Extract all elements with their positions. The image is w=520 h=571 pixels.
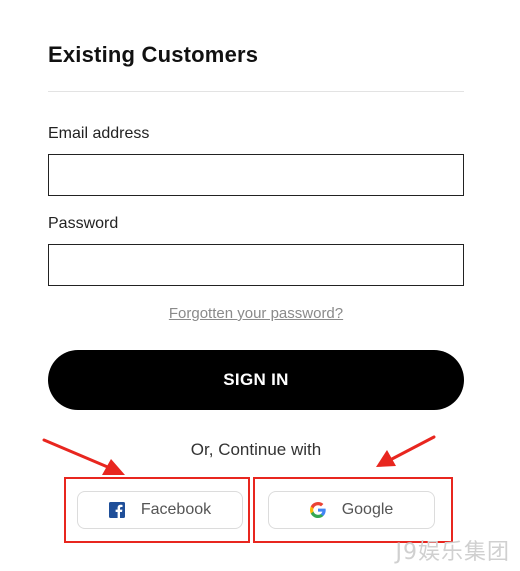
facebook-label: Facebook <box>140 501 212 518</box>
watermark: J9娱乐集团 <box>395 540 510 565</box>
section-heading: Existing Customers <box>48 42 259 67</box>
heading-divider <box>48 91 464 92</box>
facebook-icon <box>108 502 125 518</box>
email-label: Email address <box>48 125 150 142</box>
sign-in-button[interactable]: SIGN IN <box>48 350 464 410</box>
forgot-password-link[interactable]: Forgotten your password? <box>0 305 512 322</box>
google-button[interactable]: Google <box>268 491 435 529</box>
facebook-button[interactable]: Facebook <box>77 491 243 529</box>
password-field[interactable] <box>48 244 464 286</box>
google-icon <box>309 502 326 518</box>
google-label: Google <box>341 501 394 518</box>
sign-in-label: SIGN IN <box>223 370 289 389</box>
password-label: Password <box>48 215 119 232</box>
email-field[interactable] <box>48 154 464 196</box>
continue-with-text: Or, Continue with <box>190 440 322 459</box>
